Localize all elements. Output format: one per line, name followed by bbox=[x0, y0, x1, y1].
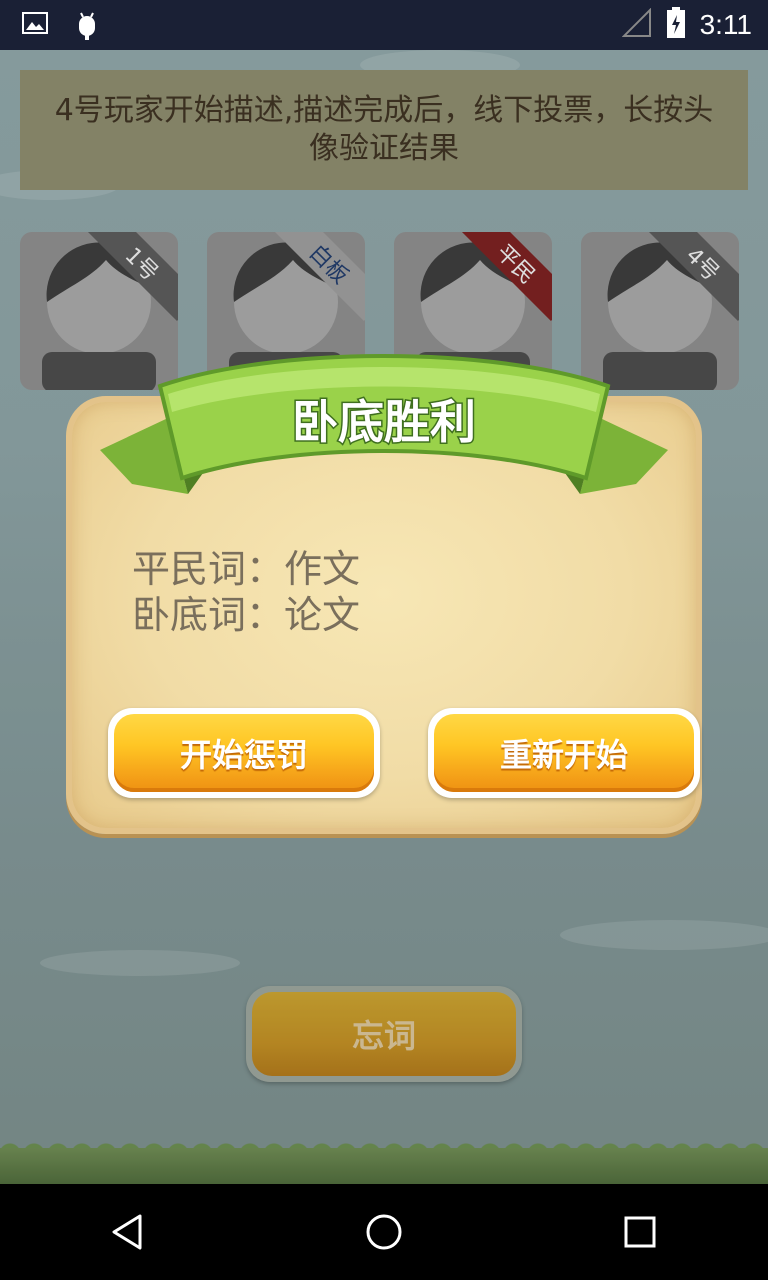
civilian-word: 作文 bbox=[284, 547, 361, 591]
word-reveal: 平民词：作文 卧底词：论文 bbox=[132, 546, 360, 638]
result-title: 卧底胜利 bbox=[292, 395, 476, 449]
android-debug-icon bbox=[74, 10, 100, 44]
back-icon bbox=[112, 1214, 142, 1250]
restart-label: 重新开始 bbox=[434, 714, 694, 792]
start-punishment-button[interactable]: 开始惩罚 bbox=[108, 708, 380, 798]
ribbon-banner-icon: 卧底胜利 bbox=[100, 354, 668, 494]
home-icon bbox=[366, 1214, 402, 1250]
home-button[interactable] bbox=[334, 1184, 434, 1280]
undercover-word-row: 卧底词：论文 bbox=[132, 592, 360, 638]
signal-icon bbox=[621, 7, 652, 42]
civilian-word-label: 平民词： bbox=[132, 547, 285, 591]
undercover-word: 论文 bbox=[284, 593, 361, 637]
clock: 3:11 bbox=[699, 9, 752, 40]
recents-icon bbox=[624, 1216, 656, 1248]
result-title-ribbon: 卧底胜利 bbox=[96, 346, 672, 536]
undercover-word-label: 卧底词： bbox=[132, 593, 285, 637]
navigation-bar bbox=[0, 1184, 768, 1280]
civilian-word-row: 平民词：作文 bbox=[132, 546, 360, 592]
recents-button[interactable] bbox=[590, 1184, 690, 1280]
game-screen: 4号玩家开始描述,描述完成后，线下投票，长按头像验证结果 1号 白板 平民 4号… bbox=[0, 50, 768, 1184]
start-punishment-label: 开始惩罚 bbox=[114, 714, 374, 792]
battery-icon bbox=[666, 7, 686, 43]
back-button[interactable] bbox=[78, 1184, 178, 1280]
status-bar: 3:11 bbox=[0, 0, 768, 50]
image-icon bbox=[22, 10, 48, 44]
restart-button[interactable]: 重新开始 bbox=[428, 708, 700, 798]
